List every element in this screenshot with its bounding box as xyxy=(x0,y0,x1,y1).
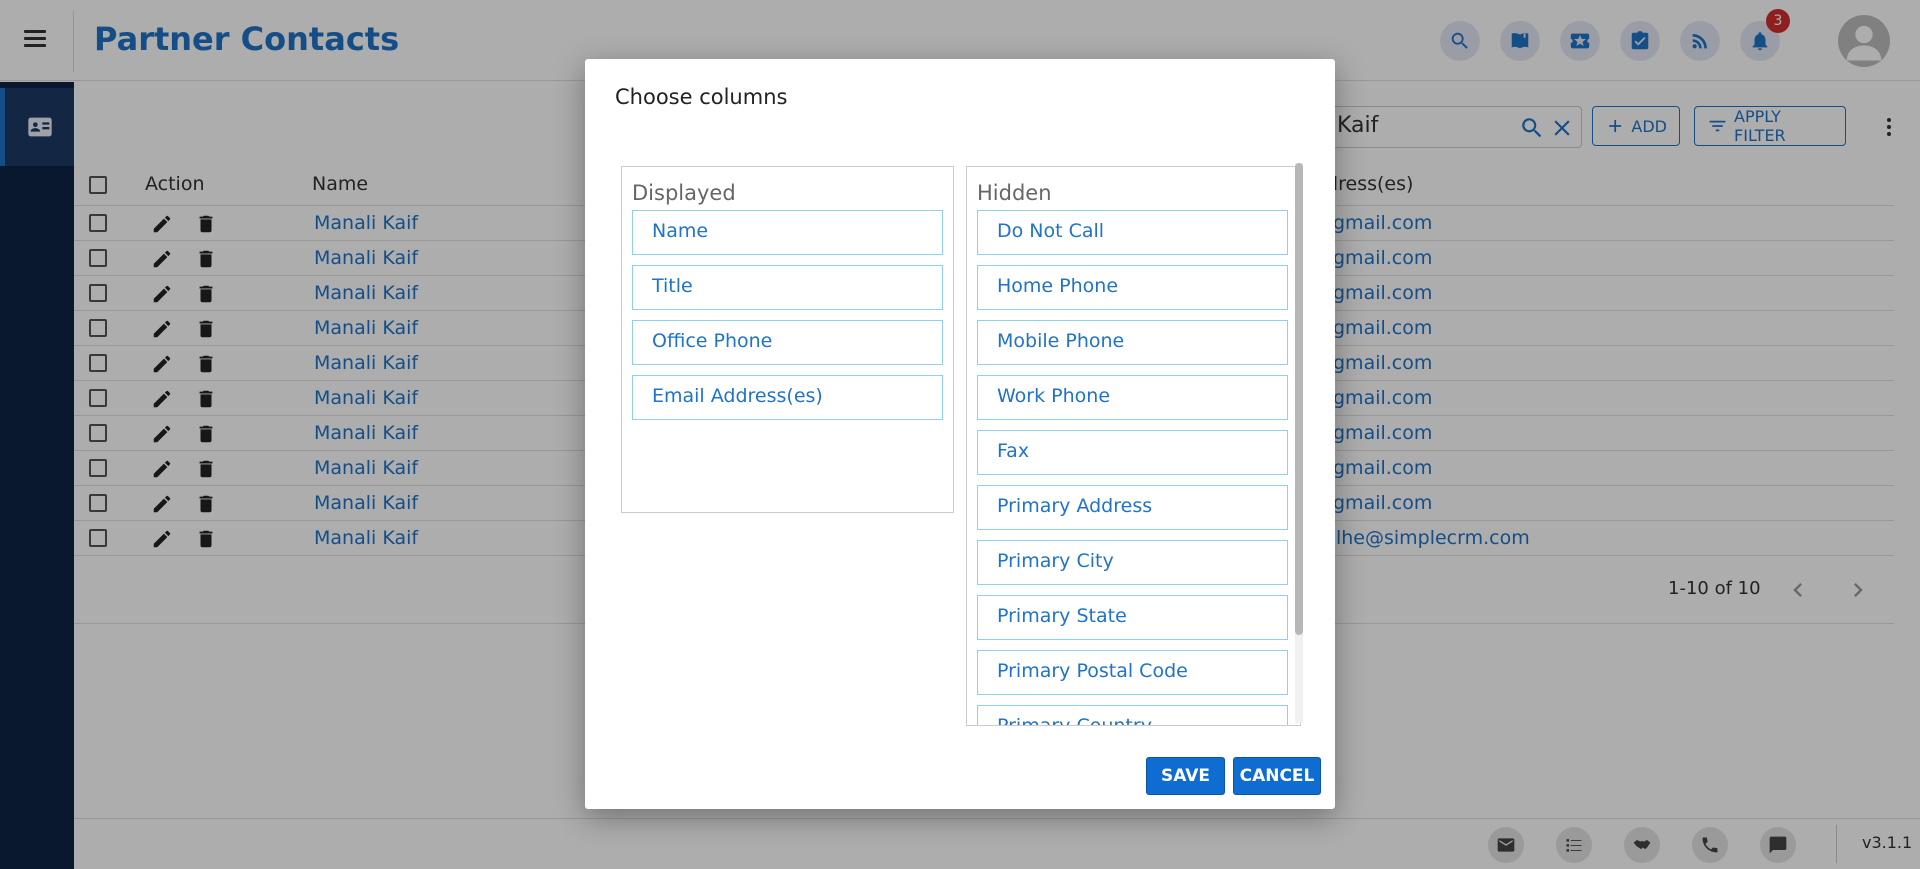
hidden-column-item[interactable]: Home Phone xyxy=(977,265,1288,310)
hidden-column-item[interactable]: Work Phone xyxy=(977,375,1288,420)
choose-columns-dialog: Choose columns Displayed Name Title Office… xyxy=(585,59,1335,809)
hidden-column-item[interactable]: Do Not Call xyxy=(977,210,1288,255)
hidden-panel-label: Hidden xyxy=(977,181,1052,205)
displayed-panel-label: Displayed xyxy=(632,181,736,205)
hidden-column-item[interactable]: Primary City xyxy=(977,540,1288,585)
displayed-columns-panel: Displayed Name Title Office Phone Email Add… xyxy=(621,166,954,513)
hidden-column-item[interactable]: Primary Postal Code xyxy=(977,650,1288,695)
hidden-column-item[interactable]: Fax xyxy=(977,430,1288,475)
hidden-column-item[interactable]: Primary State xyxy=(977,595,1288,640)
displayed-column-item[interactable]: Title xyxy=(632,265,943,310)
hidden-column-item[interactable]: Primary Country xyxy=(977,705,1288,725)
hidden-columns-panel: Hidden Do Not Call Home Phone Mobile Phone… xyxy=(966,166,1301,726)
displayed-column-item[interactable]: Office Phone xyxy=(632,320,943,365)
displayed-column-item[interactable]: Email Address(es) xyxy=(632,375,943,420)
cancel-button[interactable]: CANCEL xyxy=(1233,757,1321,795)
displayed-column-item[interactable]: Name xyxy=(632,210,943,255)
hidden-column-item[interactable]: Primary Address xyxy=(977,485,1288,530)
scrollbar-thumb[interactable] xyxy=(1295,163,1303,635)
hidden-panel-scrollbar[interactable] xyxy=(1295,163,1303,723)
save-button[interactable]: SAVE xyxy=(1146,757,1225,795)
hidden-column-item[interactable]: Mobile Phone xyxy=(977,320,1288,365)
dialog-title: Choose columns xyxy=(615,85,788,109)
